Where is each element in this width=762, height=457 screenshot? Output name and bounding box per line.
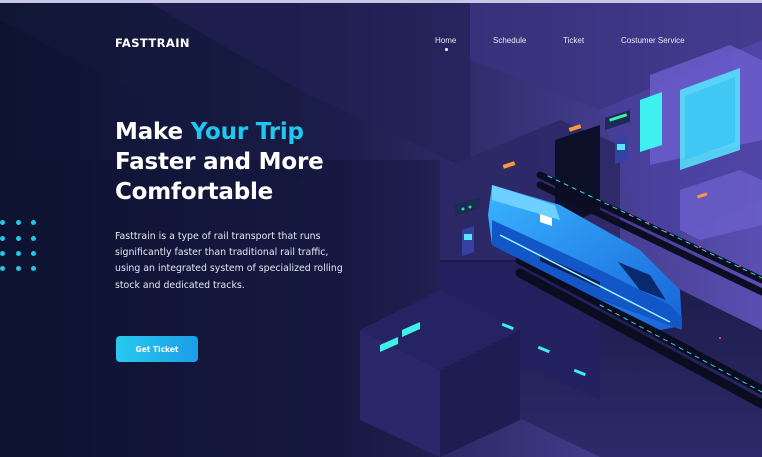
hero-description: Fasttrain is a type of rail transport th… <box>115 231 343 291</box>
nav-item-schedule[interactable]: Schedule <box>493 36 526 45</box>
nav-active-indicator <box>445 48 448 51</box>
hero-title: Make Your Trip Faster and More Comfortab… <box>115 117 324 207</box>
get-ticket-button[interactable]: Get Ticket <box>116 336 198 362</box>
hero-title-accent: Your Trip <box>190 119 304 145</box>
hero-title-line3: Comfortable <box>115 179 274 205</box>
hero-title-line2: Faster and More <box>115 149 324 175</box>
brand-logo[interactable]: FASTTRAIN <box>115 36 190 50</box>
nav-item-costumer-service[interactable]: Costumer Service <box>621 36 685 45</box>
nav-item-ticket[interactable]: Ticket <box>563 36 584 45</box>
hero-title-prefix: Make <box>115 119 191 145</box>
nav-item-home[interactable]: Home <box>435 36 456 45</box>
